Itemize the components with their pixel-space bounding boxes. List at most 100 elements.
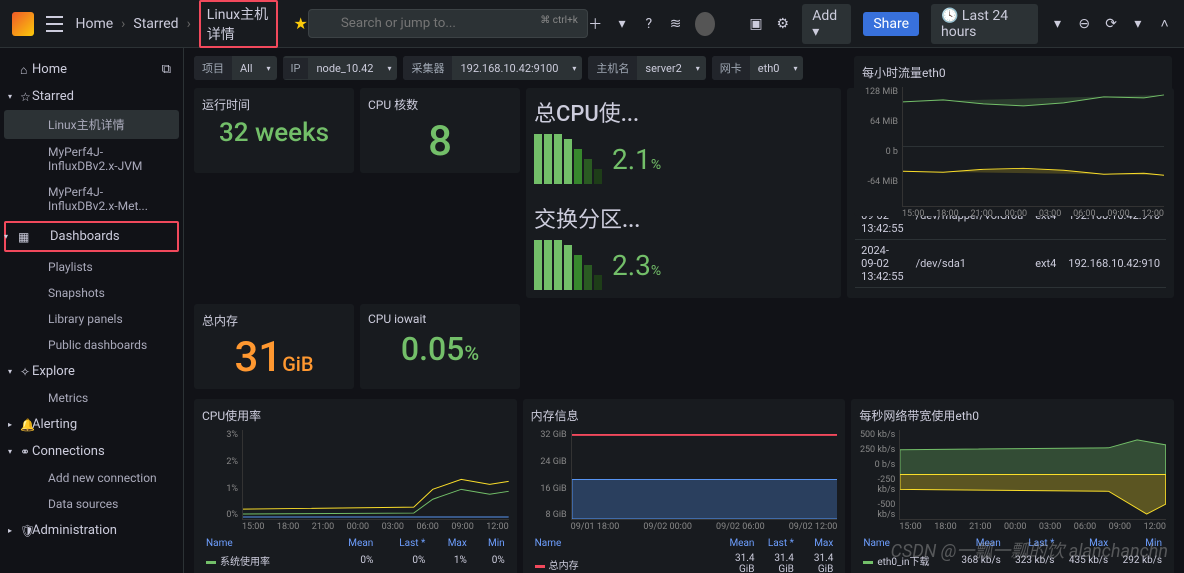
bc-starred[interactable]: Starred bbox=[133, 16, 178, 32]
panel-title: 总CPU使... bbox=[534, 96, 833, 128]
chevron-down-icon: ▾ bbox=[261, 64, 277, 73]
sidebar-home[interactable]: ⌂Home⧉ bbox=[0, 56, 183, 83]
plug-icon: ⚭ bbox=[20, 445, 30, 459]
stat-value: 0.05% bbox=[368, 332, 512, 367]
star-icon[interactable]: ★ bbox=[294, 14, 308, 33]
dock-icon[interactable]: ⧉ bbox=[162, 62, 171, 77]
panel-cpu-cores[interactable]: CPU 核数 8 bbox=[360, 88, 520, 173]
legend-row[interactable]: eth0_in下载368 kb/s323 kb/s435 kb/s292 kb/… bbox=[859, 551, 1166, 570]
sidebar-item-linux[interactable]: Linux主机详情 bbox=[4, 110, 179, 139]
panel-uptime[interactable]: 运行时间 32 weeks bbox=[194, 88, 354, 173]
stat-value: 8 bbox=[368, 119, 512, 165]
help-icon[interactable]: ? bbox=[641, 15, 656, 33]
filter-nic[interactable]: 网卡eth0▾ bbox=[712, 56, 804, 80]
panel-title: 每小时流量eth0 bbox=[862, 64, 1164, 81]
dashboard-icon: ▦ bbox=[18, 230, 29, 244]
kbd-hint: ⌘ ctrl+k bbox=[540, 15, 578, 26]
sidebar-item-datasources[interactable]: Data sources bbox=[0, 491, 183, 517]
panel-total-cpu[interactable]: 总CPU使... 2.1% 交换分区... 2.3% bbox=[526, 88, 841, 298]
legend-table: NameMeanLast *Max总内存31.4 GiB31.4 GiB31.4… bbox=[531, 536, 838, 573]
avatar[interactable] bbox=[695, 12, 715, 36]
legend-row[interactable]: 系统使用率0%0%1%0% bbox=[202, 551, 509, 570]
collapse-icon[interactable]: ˄ bbox=[1157, 15, 1172, 33]
chevron-down-icon: ▾ bbox=[787, 64, 803, 73]
star-icon: ☆ bbox=[20, 90, 31, 104]
chart-body bbox=[902, 87, 1164, 207]
refresh-icon[interactable]: ⟳ bbox=[1104, 15, 1119, 33]
sidebar-item-met[interactable]: MyPerf4J-InfluxDBv2.x-Met... bbox=[0, 179, 183, 219]
chart-body bbox=[899, 430, 1166, 520]
menu-icon[interactable] bbox=[46, 16, 64, 32]
panel-add-icon[interactable]: ▣ bbox=[749, 15, 764, 33]
chevron-down-icon[interactable]: ▾ bbox=[1050, 15, 1065, 33]
stat-value: 31GiB bbox=[202, 335, 346, 381]
caret-down-icon: ▾ bbox=[4, 232, 8, 241]
plus-icon[interactable]: ＋ bbox=[588, 15, 603, 33]
chart-body bbox=[571, 430, 838, 520]
filter-collector[interactable]: 采集器192.168.10.42:9100▾ bbox=[403, 56, 582, 80]
panel-title: 内存信息 bbox=[531, 407, 838, 424]
panel-mem-info[interactable]: 内存信息32 GiB24 GiB16 GiB8 GiB09/01 18:0009… bbox=[523, 399, 846, 573]
filter-ip[interactable]: IPnode_10.42▾ bbox=[283, 56, 398, 80]
filter-project[interactable]: 项目All▾ bbox=[194, 56, 277, 80]
compass-icon: ✧ bbox=[20, 365, 30, 379]
add-button[interactable]: Add ▾ bbox=[802, 4, 851, 44]
share-button[interactable]: Share bbox=[863, 12, 919, 36]
gauge-bars bbox=[534, 134, 602, 184]
sidebar: ⌂Home⧉ ▾☆Starred Linux主机详情 MyPerf4J-Infl… bbox=[0, 48, 184, 573]
time-range[interactable]: 🕓 Last 24 hours bbox=[931, 4, 1038, 44]
sidebar-starred[interactable]: ▾☆Starred bbox=[0, 83, 183, 110]
sidebar-item-snapshots[interactable]: Snapshots bbox=[0, 280, 183, 306]
sidebar-explore[interactable]: ▾✧Explore bbox=[0, 358, 183, 385]
legend-table: NameMeanLast *MaxMineth0_in下载368 kb/s323… bbox=[859, 536, 1166, 573]
caret-down-icon: ▾ bbox=[8, 367, 12, 376]
zoom-out-icon[interactable]: ⊖ bbox=[1077, 15, 1092, 33]
gear-icon[interactable]: ⚙ bbox=[775, 15, 790, 33]
breadcrumb: Home › Starred › Linux主机详情 ★ bbox=[75, 0, 307, 48]
bc-home[interactable]: Home bbox=[75, 16, 113, 32]
chevron-right-icon: › bbox=[121, 16, 125, 32]
chevron-down-icon[interactable]: ▾ bbox=[1130, 15, 1145, 33]
sidebar-item-jvm[interactable]: MyPerf4J-InfluxDBv2.x-JVM bbox=[0, 139, 183, 179]
panel-title: 交换分区... bbox=[534, 202, 833, 234]
gauge-bars bbox=[534, 240, 602, 290]
sidebar-item-addconn[interactable]: Add new connection bbox=[0, 465, 183, 491]
filter-host[interactable]: 主机名server2▾ bbox=[588, 56, 705, 80]
sidebar-alerting[interactable]: ▸🔔Alerting bbox=[0, 411, 183, 438]
caret-down-icon: ▾ bbox=[8, 92, 12, 101]
table-row[interactable]: 2024-09-02 13:42:55/dev/sda1ext4192.168.… bbox=[855, 240, 1166, 288]
shield-icon: 🛡 bbox=[20, 524, 35, 538]
legend-table: NameMeanLast *MaxMin系统使用率0%0%1%0%用户使用率1%… bbox=[202, 536, 509, 573]
panel-iowait[interactable]: CPU iowait 0.05% bbox=[360, 304, 520, 389]
sidebar-item-metrics[interactable]: Metrics bbox=[0, 385, 183, 411]
caret-right-icon: ▸ bbox=[8, 526, 12, 535]
chart-body bbox=[242, 430, 509, 520]
sidebar-item-public[interactable]: Public dashboards bbox=[0, 332, 183, 358]
top-nav: Home › Starred › Linux主机详情 ★ ⌘ ctrl+k ＋ … bbox=[0, 0, 1184, 48]
panel-net-bw[interactable]: 每秒网络带宽使用eth0500 kb/s250 kb/s0 b/s-250 kb… bbox=[851, 399, 1174, 573]
sidebar-item-library[interactable]: Library panels bbox=[0, 306, 183, 332]
sidebar-admin[interactable]: ▸🛡Administration bbox=[0, 517, 183, 544]
sidebar-connections[interactable]: ▾⚭Connections bbox=[0, 438, 183, 465]
sidebar-dashboards[interactable]: ▾▦Dashboards bbox=[4, 221, 179, 252]
panel-title: CPU使用率 bbox=[202, 407, 509, 424]
bc-current[interactable]: Linux主机详情 bbox=[199, 0, 278, 48]
search-bar: ⌘ ctrl+k bbox=[308, 9, 588, 38]
chevron-down-icon: ▾ bbox=[566, 64, 582, 73]
grafana-logo[interactable] bbox=[12, 12, 34, 36]
panel-title: 运行时间 bbox=[202, 96, 346, 113]
panel-cpu-usage[interactable]: CPU使用率3%2%1%0%15:0018:0021:0000:0003:000… bbox=[194, 399, 517, 573]
panel-title: CPU iowait bbox=[368, 312, 512, 326]
panel-total-mem[interactable]: 总内存 31GiB bbox=[194, 304, 354, 389]
legend-row[interactable]: 总内存31.4 GiB31.4 GiB31.4 GiB bbox=[531, 551, 838, 573]
sidebar-item-playlists[interactable]: Playlists bbox=[0, 254, 183, 280]
chevron-down-icon[interactable]: ▾ bbox=[615, 15, 630, 33]
news-icon[interactable]: ≋ bbox=[668, 15, 683, 33]
panel-title: CPU 核数 bbox=[368, 96, 512, 113]
nav-actions: ＋ ▾ ? ≋ ▣ ⚙ Add ▾ Share 🕓 Last 24 hours … bbox=[588, 4, 1172, 44]
caret-down-icon: ▾ bbox=[8, 447, 12, 456]
chevron-down-icon: ▾ bbox=[381, 64, 397, 73]
panel-hourly-traffic[interactable]: 每小时流量eth0 128 MiB64 MiB0 b-64 MiB 15:001… bbox=[854, 56, 1172, 216]
gauge-value: 2.1% bbox=[612, 143, 661, 176]
home-icon: ⌂ bbox=[20, 63, 27, 77]
